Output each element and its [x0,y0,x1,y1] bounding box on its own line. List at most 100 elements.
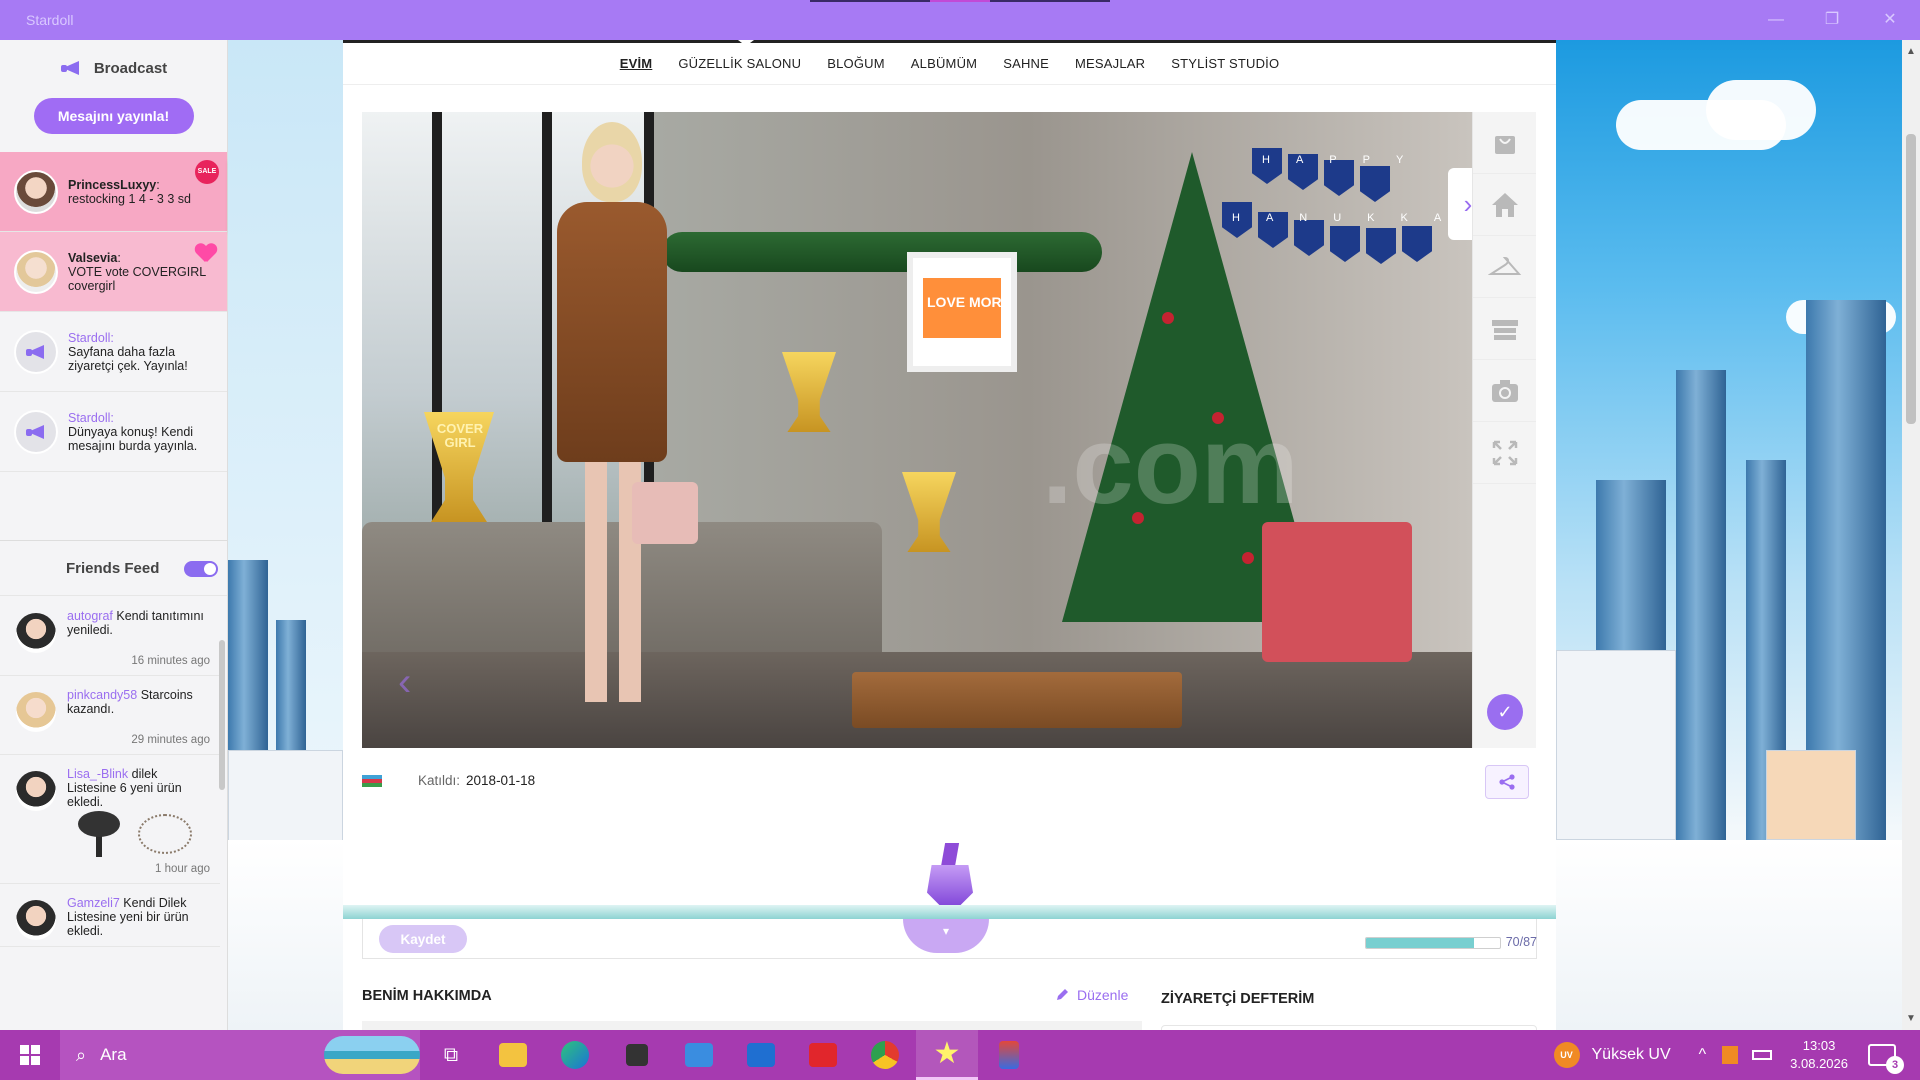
azerbaijan-flag-icon [362,774,382,787]
paint-icon [999,1041,1019,1069]
separator: : [110,410,114,425]
edge-icon [561,1041,589,1069]
loading-bar [810,0,1110,2]
save-button[interactable]: Kaydet [379,925,467,953]
broadcast-text: PrincessLuxyy: restocking 1 4 - 3 3 sd [68,178,218,206]
garland-mantle [662,232,1102,272]
tab-sahne[interactable]: SAHNE [1003,56,1049,71]
room-scene[interactable]: LOVE MORE COVER GIRL HAPPY HANUKKAH [362,112,1472,748]
start-button[interactable] [0,1030,60,1080]
broadcast-user[interactable]: Stardoll [68,331,110,345]
edit-link-label: Düzenle [1077,987,1129,1003]
room-prev-icon[interactable]: ‹ [398,660,411,705]
broadcast-item[interactable]: Valsevia: VOTE vote COVERGIRL covergirl [0,232,227,312]
dead-tree-thumbnail[interactable] [74,811,124,857]
tab-blogum[interactable]: BLOĞUM [827,56,885,71]
notification-center-icon[interactable]: 3 [1868,1044,1904,1074]
broadcast-text: Stardoll: Sayfana daha fazla ziyaretçi ç… [68,331,218,373]
star-icon: ★ [933,1037,961,1070]
broadcast-item[interactable]: PrincessLuxyy: restocking 1 4 - 3 3 sd S… [0,152,227,232]
battery-icon[interactable] [1752,1050,1773,1060]
hanger-button[interactable] [1473,236,1536,298]
nav-notch [738,40,754,46]
wps-button[interactable] [792,1030,854,1080]
ground [1556,840,1920,1030]
publish-message-button[interactable]: Mesajını yayınla! [33,98,194,134]
clock-date: 3.08.2026 [1790,1056,1848,1071]
feed-user-link[interactable]: Lisa_-Blink [67,767,128,781]
avatar [14,329,58,374]
spider-thumbnail[interactable] [138,814,192,854]
task-view-button[interactable]: ⧉ [420,1030,482,1080]
restore-icon[interactable]: ❐ [1812,8,1852,32]
sale-badge-icon: SALE [195,160,219,184]
avatar[interactable] [14,169,58,214]
friends-feed-list: autograf Kendi tanıtımını yeniledi. 16 m… [0,597,220,947]
power-icon[interactable] [1722,1046,1739,1064]
outlook-button[interactable] [730,1030,792,1080]
mail-button[interactable] [668,1030,730,1080]
progress-fill [1366,938,1474,948]
friends-feed-toggle[interactable] [184,561,218,577]
share-button[interactable] [1485,765,1529,799]
broadcast-user[interactable]: Stardoll [68,411,110,425]
feed-user-link[interactable]: Gamzeli7 [67,896,120,910]
taskbar-clock[interactable]: 13:03 3.08.2026 [1790,1037,1848,1073]
feed-user-link[interactable]: pinkcandy58 [67,688,137,702]
confirm-button[interactable]: ✓ [1487,694,1523,730]
stardoll-button[interactable]: ★ [916,1030,978,1080]
broadcast-header: Broadcast [0,40,227,96]
feed-user-link[interactable]: autograf [67,609,113,623]
avatar[interactable] [16,771,56,811]
avatar[interactable] [16,613,56,653]
feed-text: Lisa_-Blink dilek Listesine 6 yeni ürün … [67,765,210,809]
tab-albumum[interactable]: ALBÜMÜM [911,56,977,71]
weather-text[interactable]: Yüksek UV [1592,1046,1671,1064]
background-left [228,40,343,1030]
doll-avatar[interactable] [537,122,698,722]
building [1766,750,1856,840]
poster-text: LOVE MORE [927,294,1012,310]
broadcast-user[interactable]: Valsevia [68,251,117,265]
file-explorer-button[interactable] [482,1030,544,1080]
broadcast-item[interactable]: Stardoll: Dünyaya konuş! Kendi mesajını … [0,392,227,472]
list-item: Lisa_-Blink dilek Listesine 6 yeni ürün … [0,755,220,884]
fullscreen-button[interactable] [1473,422,1536,484]
app-button[interactable] [606,1030,668,1080]
paint-button[interactable] [978,1030,1040,1080]
tab-evim[interactable]: EVİM [620,56,653,71]
tray-chevron-icon[interactable]: ^ [1699,1046,1707,1064]
scroll-up-icon[interactable]: ▲ [1906,46,1916,57]
shopping-bag-button[interactable] [1473,112,1536,174]
scrollbar-thumb[interactable] [1906,134,1916,424]
minimize-icon[interactable]: — [1756,8,1796,32]
edge-button[interactable] [544,1030,606,1080]
furniture-button[interactable] [1473,298,1536,360]
close-icon[interactable]: ✕ [1870,8,1910,32]
scroll-down-icon[interactable]: ▼ [1906,1013,1916,1024]
left-sidebar: Broadcast Mesajını yayınla! PrincessLuxy… [0,40,228,1030]
broadcast-item[interactable]: Stardoll: Sayfana daha fazla ziyaretçi ç… [0,312,227,392]
edit-link[interactable]: Düzenle [1055,987,1128,1003]
window-titlebar: Stardoll — ❐ ✕ [0,0,1920,40]
banner-flag [1330,226,1360,262]
avatar[interactable] [14,249,58,294]
sidebar-scrollbar[interactable] [219,640,225,790]
banner-flag [1402,226,1432,262]
camera-button[interactable] [1473,360,1536,422]
avatar[interactable] [16,692,56,732]
broadcast-user[interactable]: PrincessLuxyy [68,178,156,192]
page-scrollbar[interactable]: ▲ ▼ [1902,40,1920,1030]
chrome-icon [871,1041,899,1069]
room-next-button[interactable]: › [1448,168,1472,240]
separator: : [156,177,160,192]
chrome-button[interactable] [854,1030,916,1080]
trophy [902,472,956,552]
home-button[interactable] [1473,174,1536,236]
uv-weather-icon[interactable]: UV [1553,1042,1580,1068]
avatar[interactable] [16,900,56,940]
tab-stylist-studio[interactable]: STYLİST STUDİO [1171,56,1279,71]
tab-guzellik-salonu[interactable]: GÜZELLİK SALONU [678,56,801,71]
tab-mesajlar[interactable]: MESAJLAR [1075,56,1145,71]
taskbar-search[interactable]: ⌕ Ara [60,1030,420,1080]
